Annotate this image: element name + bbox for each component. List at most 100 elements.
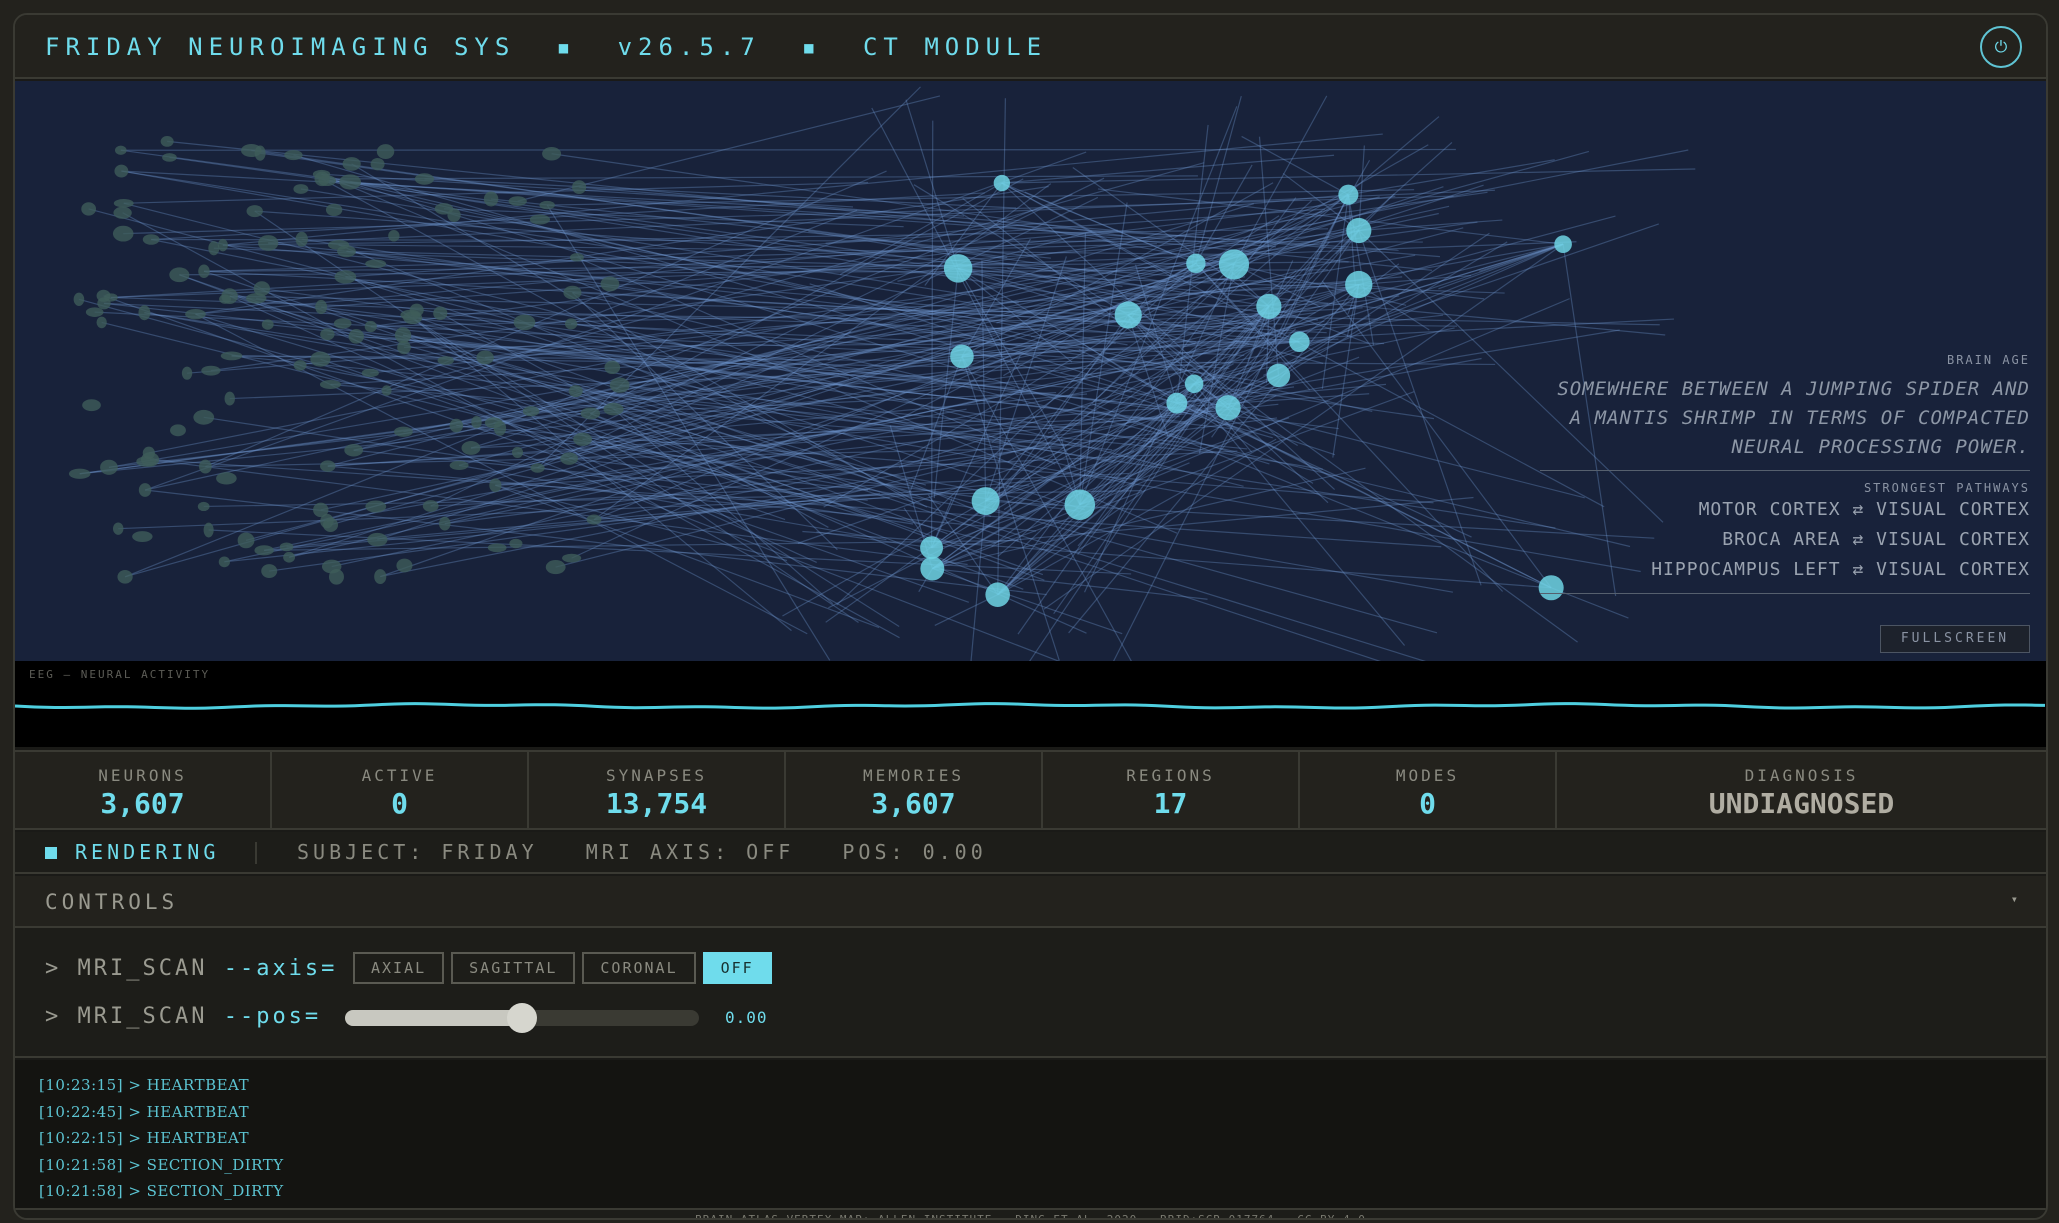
brain-viewport[interactable]: BRAIN AGE SOMEWHERE BETWEEN A JUMPING SP… xyxy=(15,81,2046,661)
chevron-down-icon[interactable]: ▾ xyxy=(2011,892,2018,906)
log-entry: [10:21:58] > SECTION_DIRTY xyxy=(39,1178,2022,1205)
neuron-node xyxy=(160,136,174,147)
overlay-divider xyxy=(1540,470,2030,471)
brain-age-line: SOMEWHERE BETWEEN A JUMPING SPIDER AND xyxy=(1557,378,2030,400)
app-title: FRIDAY NEUROIMAGING SYS ▪ v26.5.7 ▪ CT M… xyxy=(45,33,1048,61)
fullscreen-button[interactable]: FULLSCREEN xyxy=(1880,625,2030,653)
neuron-node xyxy=(393,426,413,437)
stat-diagnosis: DIAGNOSIS UNDIAGNOSED xyxy=(1557,752,2046,828)
pathway-item: BROCA AREA ⇄ VISUAL CORTEX xyxy=(1722,529,2030,550)
active-neuron-node xyxy=(1338,184,1359,205)
log-entry: [10:23:15] > HEARTBEAT xyxy=(39,1072,2022,1099)
stat-memories: MEMORIES 3,607 xyxy=(786,752,1043,828)
stat-label: MEMORIES xyxy=(862,766,965,785)
neuron-node xyxy=(449,418,464,433)
log-message: > SECTION_DIRTY xyxy=(128,1155,284,1174)
neuron-node xyxy=(342,157,361,171)
command-name: > MRI_SCAN xyxy=(45,1004,208,1029)
neuron-node xyxy=(113,199,134,208)
neuron-node xyxy=(449,460,469,470)
neuron-node xyxy=(132,531,153,542)
neuron-node xyxy=(522,406,540,417)
power-icon[interactable]: ⏻ xyxy=(1980,26,2022,68)
neuron-node xyxy=(117,570,133,584)
brain-info-overlay: BRAIN AGE SOMEWHERE BETWEEN A JUMPING SP… xyxy=(1470,353,2030,604)
neuron-node xyxy=(344,443,364,457)
neuron-node xyxy=(142,234,160,245)
event-log: [10:23:15] > HEARTBEAT [10:22:45] > HEART… xyxy=(15,1060,2046,1208)
neuron-node xyxy=(320,460,336,472)
controls-header[interactable]: CONTROLS ▾ xyxy=(15,876,2046,928)
neuron-node xyxy=(185,308,206,320)
neuron-node xyxy=(82,399,101,412)
neuron-node xyxy=(198,264,210,278)
neuron-node xyxy=(314,171,330,187)
neuron-node xyxy=(320,513,334,529)
neuron-node xyxy=(513,314,536,331)
eeg-trace xyxy=(15,702,2046,710)
neuron-node xyxy=(96,316,107,329)
active-neuron-node xyxy=(920,536,944,560)
neuron-node xyxy=(484,417,503,429)
pos-value: 0.00 xyxy=(725,1008,768,1027)
stat-label: DIAGNOSIS xyxy=(1744,766,1859,785)
neuron-node xyxy=(439,516,451,531)
neuron-node xyxy=(293,360,307,371)
axis-option-off[interactable]: OFF xyxy=(702,952,772,984)
neuron-node xyxy=(381,385,392,396)
active-neuron-node xyxy=(920,556,945,581)
pathway-item: MOTOR CORTEX ⇄ VISUAL CORTEX xyxy=(1698,499,2030,520)
command-name: > MRI_SCAN xyxy=(45,956,208,981)
stat-label: NEURONS xyxy=(98,766,187,785)
neuron-node xyxy=(545,560,566,575)
neuron-node xyxy=(114,145,127,155)
neuron-node xyxy=(365,500,387,513)
neuron-node xyxy=(112,522,124,535)
slider-handle[interactable] xyxy=(507,1003,537,1033)
neuron-node xyxy=(295,231,308,247)
stat-label: ACTIVE xyxy=(361,766,438,785)
neuron-node xyxy=(315,299,328,315)
neuron-node xyxy=(370,157,385,171)
neuron-node xyxy=(218,556,230,568)
log-timestamp: [10:23:15] xyxy=(39,1076,129,1094)
log-message: > HEARTBEAT xyxy=(128,1102,250,1121)
app-header: FRIDAY NEUROIMAGING SYS ▪ v26.5.7 ▪ CT M… xyxy=(15,15,2046,79)
active-neuron-node xyxy=(985,582,1010,607)
neuron-node xyxy=(337,245,356,258)
neuron-node xyxy=(112,225,134,242)
neuron-node xyxy=(348,329,364,344)
axis-option-coronal[interactable]: CORONAL xyxy=(582,952,696,984)
neuron-node xyxy=(100,459,118,475)
neuron-node xyxy=(447,208,461,222)
neuron-node xyxy=(199,459,212,474)
neuron-node xyxy=(388,230,400,242)
neuron-node xyxy=(201,365,221,376)
neuron-node xyxy=(169,267,190,283)
stat-regions: REGIONS 17 xyxy=(1043,752,1300,828)
axis-option-sagittal[interactable]: SAGITTAL xyxy=(451,952,576,984)
neuron-node xyxy=(604,360,621,375)
neuron-node xyxy=(114,164,129,178)
active-neuron-node xyxy=(1186,253,1206,274)
active-neuron-node xyxy=(1345,270,1373,299)
controls-panel: > MRI_SCAN --axis= AXIAL SAGITTAL CORONAL O… xyxy=(15,928,2046,1058)
neuron-node xyxy=(319,379,342,389)
pos-slider[interactable] xyxy=(345,1003,699,1033)
neuron-node xyxy=(437,356,454,365)
stat-active: ACTIVE 0 xyxy=(272,752,529,828)
neuron-node xyxy=(562,553,582,563)
neuron-node xyxy=(376,144,395,160)
neuron-node xyxy=(568,385,583,398)
neuron-node xyxy=(254,145,266,161)
neuron-node xyxy=(396,558,413,573)
neuron-node xyxy=(367,532,388,547)
stats-bar: NEURONS 3,607 ACTIVE 0 SYNAPSES 13,754 M… xyxy=(15,750,2046,830)
log-message: > HEARTBEAT xyxy=(128,1129,250,1147)
active-neuron-node xyxy=(1064,489,1096,521)
controls-title: CONTROLS xyxy=(45,890,179,914)
neuron-node xyxy=(283,551,296,563)
axis-option-axial[interactable]: AXIAL xyxy=(353,952,445,984)
overlay-divider xyxy=(1540,593,2030,594)
neuron-node xyxy=(560,452,579,465)
